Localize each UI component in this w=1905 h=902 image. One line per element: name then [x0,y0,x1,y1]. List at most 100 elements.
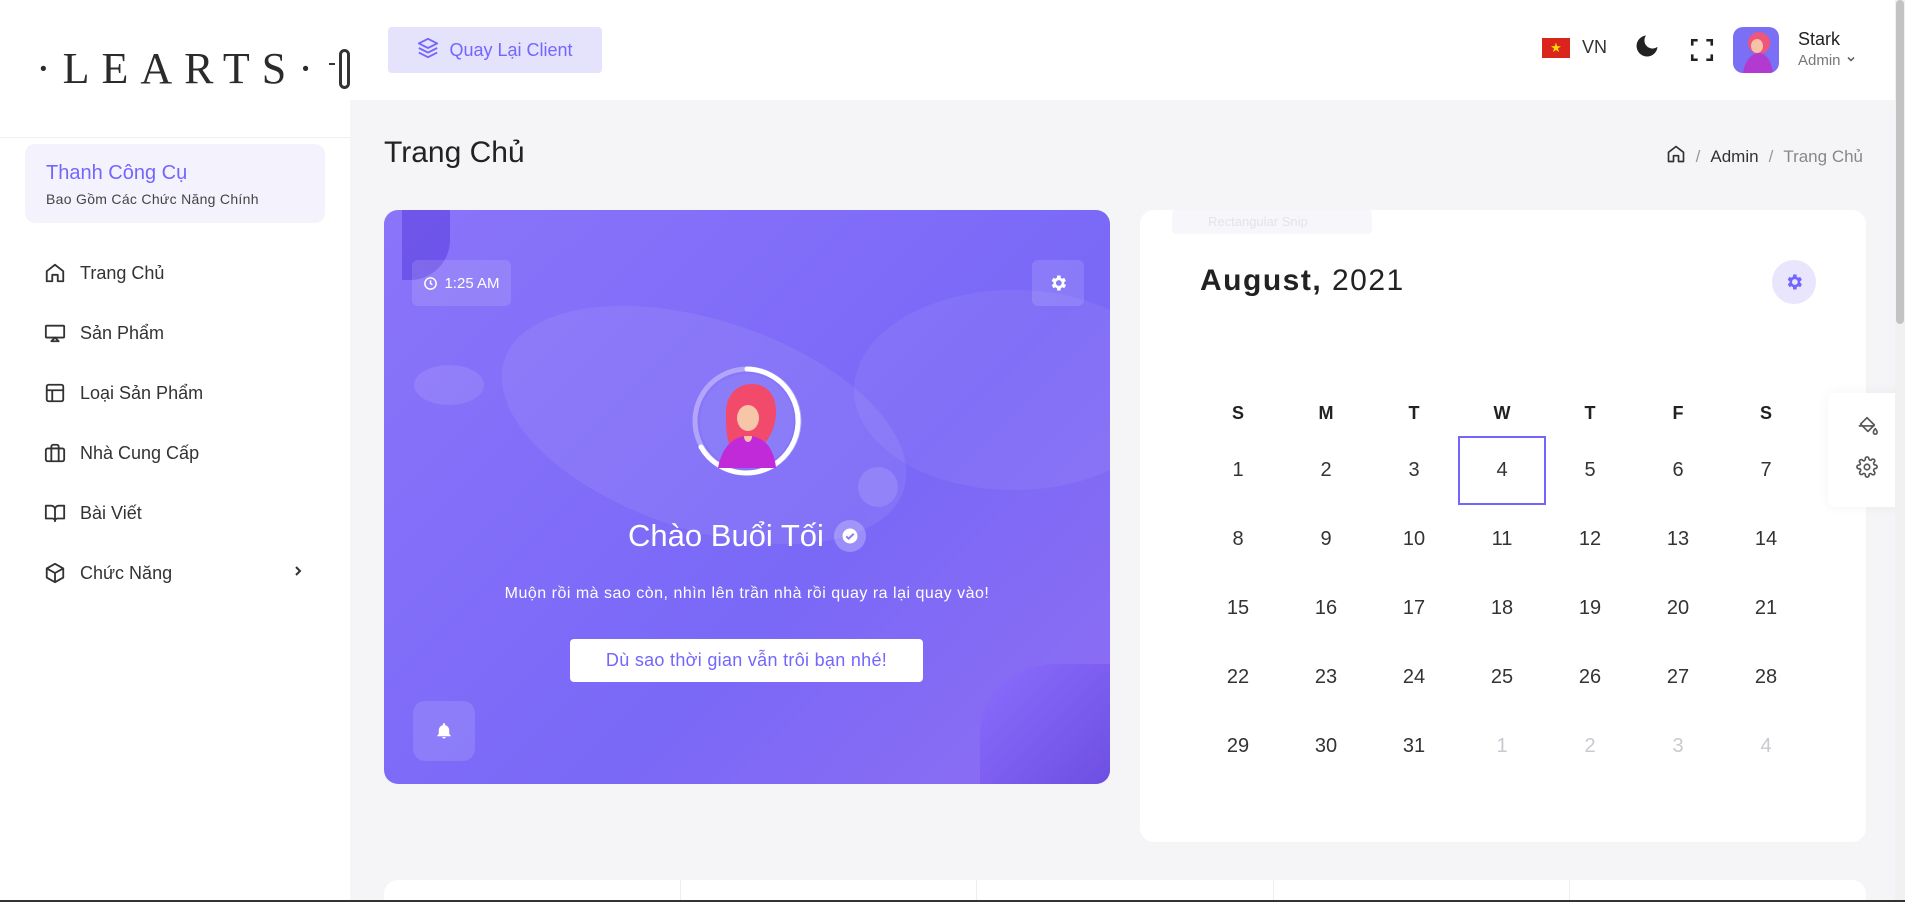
sidebar-item-categories[interactable]: Loại Sản Phẩm [0,363,350,423]
breadcrumb-separator: / [1768,146,1774,166]
calendar-day[interactable]: 17 [1370,574,1458,643]
calendar-day[interactable]: 3 [1370,436,1458,505]
calendar-day[interactable]: 9 [1282,505,1370,574]
language-selector[interactable]: ★ VN [1542,37,1607,58]
logo-text: ·LEARTS· [36,44,325,93]
calendar-day[interactable]: 2 [1282,436,1370,505]
weekday-header: F [1672,402,1684,423]
user-menu[interactable]: Stark Admin [1798,29,1857,69]
bell-icon [437,723,451,739]
calendar-day[interactable]: 29 [1194,712,1282,781]
calendar-day[interactable]: 23 [1282,643,1370,712]
welcome-card: 1:25 AM Chào Buổi Tối Muộn rồi mà sao cò… [384,210,1110,784]
calendar-day-next-month[interactable]: 1 [1458,712,1546,781]
stats-card [384,880,681,902]
weekday-header: S [1759,402,1772,423]
layout-icon [44,382,66,404]
calendar-day[interactable]: 12 [1546,505,1634,574]
calendar-day-today[interactable]: 4 [1458,436,1546,505]
calendar-day[interactable]: 19 [1546,574,1634,643]
calendar-day-next-month[interactable]: 2 [1546,712,1634,781]
verified-check-icon [833,520,866,552]
calendar-day[interactable]: 16 [1282,574,1370,643]
breadcrumb-separator: / [1695,146,1701,166]
weekday-header: M [1318,402,1334,423]
notification-button[interactable] [413,701,475,761]
breadcrumb: / Admin / Trang Chủ [1666,144,1863,169]
calendar-day[interactable]: 20 [1634,574,1722,643]
greeting-text: Chào Buổi Tối [628,518,824,553]
calendar-day[interactable]: 11 [1458,505,1546,574]
calendar-day[interactable]: 22 [1194,643,1282,712]
decorative-blob [858,467,898,507]
home-icon[interactable] [1666,144,1686,169]
page-scrollbar[interactable] [1895,0,1905,902]
calendar-day[interactable]: 27 [1634,643,1722,712]
calendar-day[interactable]: 30 [1282,712,1370,781]
sidebar-item-label: Bài Viết [80,502,142,523]
calendar-day[interactable]: 14 [1722,505,1810,574]
user-name: Stark [1798,29,1841,49]
user-role: Admin [1798,52,1857,69]
calendar-day[interactable]: 6 [1634,436,1722,505]
gear-icon[interactable] [1856,456,1878,483]
calendar-day[interactable]: 18 [1458,574,1546,643]
sidebar-item-suppliers[interactable]: Nhà Cung Cấp [0,423,350,483]
greeting-action-button[interactable]: Dù sao thời gian vẫn trôi bạn nhé! [570,639,923,682]
calendar-day[interactable]: 13 [1634,505,1722,574]
greeting-message: Muộn rồi mà sao còn, nhìn lên trần nhà r… [504,585,990,602]
calendar-day-next-month[interactable]: 3 [1634,712,1722,781]
chevron-right-icon [290,563,306,584]
calendar-day[interactable]: 5 [1546,436,1634,505]
sidebar: ·LEARTS· Thanh Công Cụ Bao Gồm Các Chức … [0,0,361,902]
calendar-day[interactable]: 26 [1546,643,1634,712]
toolbar-card: Thanh Công Cụ Bao Gồm Các Chức Năng Chín… [25,144,325,223]
breadcrumb-admin[interactable]: Admin [1710,147,1758,167]
sidebar-item-label: Nhà Cung Cấp [80,442,200,463]
top-header: Quay Lại Client ★ VN Stark Admin [350,0,1905,100]
toolbar-title: Thanh Công Cụ [46,162,188,184]
back-to-client-label: Quay Lại Client [449,39,573,60]
calendar-day-next-month[interactable]: 4 [1722,712,1810,781]
page-title: Trang Chủ [384,136,525,169]
sidebar-item-functions[interactable]: Chức Năng [0,543,350,603]
user-avatar[interactable] [1733,27,1779,73]
decorative-ribbon [980,664,1110,784]
logo-mascot-icon [328,48,361,89]
calendar-day[interactable]: 28 [1722,643,1810,712]
calendar-day[interactable]: 24 [1370,643,1458,712]
decorative-blob [414,365,484,405]
back-to-client-button[interactable]: Quay Lại Client [388,27,602,73]
calendar-settings-button[interactable] [1772,260,1816,304]
calendar-month: August, [1200,264,1323,297]
sidebar-item-home[interactable]: Trang Chủ [0,243,350,303]
calendar-day[interactable]: 10 [1370,505,1458,574]
sidebar-item-products[interactable]: Sản Phẩm [0,303,350,363]
weekday-header: W [1493,402,1511,423]
greeting-heading: Chào Buổi Tối [384,518,1110,554]
fullscreen-icon[interactable] [1689,37,1715,68]
sidebar-nav: Trang Chủ Sản Phẩm Loại Sản Phẩm Nhà Cun… [0,243,350,603]
time-label: 1:25 AM [444,274,500,292]
weekday-header: S [1231,402,1244,423]
calendar-day[interactable]: 15 [1194,574,1282,643]
welcome-settings-button[interactable] [1032,260,1084,306]
calendar-day[interactable]: 7 [1722,436,1810,505]
paint-bucket-icon[interactable] [1856,414,1878,441]
calendar-day[interactable]: 25 [1458,643,1546,712]
calendar-day[interactable]: 21 [1722,574,1810,643]
calendar-year: 2021 [1332,264,1405,297]
calendar-day[interactable]: 1 [1194,436,1282,505]
calendar-day[interactable]: 31 [1370,712,1458,781]
language-label: VN [1582,37,1608,57]
dark-mode-toggle-icon[interactable] [1633,32,1661,65]
gear-icon [1787,274,1802,290]
gear-icon [1051,275,1066,291]
logo[interactable]: ·LEARTS· [0,0,361,138]
calendar-day[interactable]: 8 [1194,505,1282,574]
calendar-month-year: August, 2021 [1200,264,1405,298]
sidebar-item-posts[interactable]: Bài Viết [0,483,350,543]
scrollbar-thumb[interactable] [1896,0,1904,324]
snip-overlay-label: Rectangular Snip [1172,210,1372,234]
stats-cards-row [384,880,1866,902]
